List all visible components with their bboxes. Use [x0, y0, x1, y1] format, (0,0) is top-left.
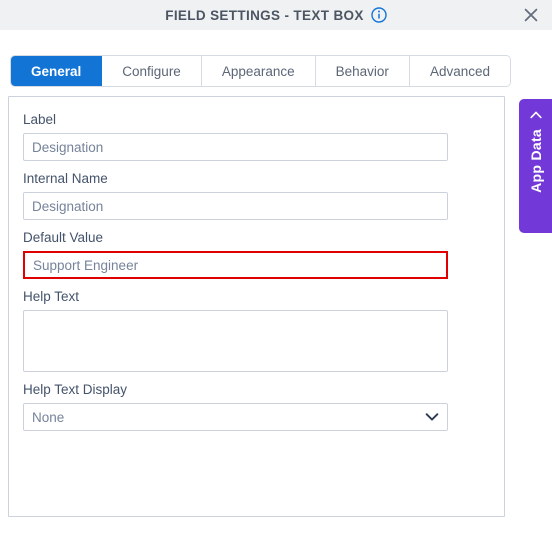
tab-appearance[interactable]: Appearance — [201, 56, 316, 86]
app-data-label: App Data — [527, 129, 544, 193]
tab-appearance-label: Appearance — [221, 63, 295, 79]
page-title: FIELD SETTINGS - TEXT BOX — [165, 7, 364, 23]
field-internal-name-group: Internal Name Designation — [23, 170, 490, 220]
label-input[interactable]: Designation — [23, 133, 448, 161]
internal-name-field-label: Internal Name — [23, 171, 108, 186]
tab-advanced[interactable]: Advanced — [409, 56, 510, 86]
help-text-textarea[interactable] — [23, 310, 448, 372]
tab-behavior[interactable]: Behavior — [315, 56, 410, 86]
field-help-text-group: Help Text — [23, 288, 490, 372]
default-value-field-label: Default Value — [23, 230, 104, 245]
close-button[interactable] — [520, 4, 542, 26]
close-icon — [524, 8, 538, 22]
field-help-text-display-group: Help Text Display None — [23, 381, 490, 431]
help-text-display-select[interactable]: None — [23, 403, 448, 431]
app-data-panel-toggle[interactable]: App Data — [519, 99, 552, 233]
title-group: FIELD SETTINGS - TEXT BOX — [165, 7, 387, 23]
internal-name-input[interactable]: Designation — [23, 192, 448, 220]
dialog-titlebar: FIELD SETTINGS - TEXT BOX — [0, 0, 552, 30]
tab-configure[interactable]: Configure — [102, 56, 202, 86]
label-field-label: Label — [23, 112, 57, 127]
help-text-display-select-wrap: None — [23, 403, 448, 431]
tab-general-label: General — [31, 63, 82, 79]
tab-configure-label: Configure — [122, 63, 181, 79]
help-text-display-field-label: Help Text Display — [23, 382, 128, 397]
field-default-value-group: Default Value Support Engineer — [23, 229, 490, 279]
field-label-group: Label Designation — [23, 111, 490, 161]
tab-advanced-label: Advanced — [429, 63, 490, 79]
info-circle-icon[interactable] — [371, 7, 387, 23]
chevron-left-icon — [529, 111, 542, 119]
default-value-input[interactable]: Support Engineer — [23, 251, 448, 279]
settings-tabs: General Configure Appearance Behavior Ad… — [11, 56, 510, 86]
general-settings-panel: Label Designation Internal Name Designat… — [8, 96, 505, 517]
tab-general[interactable]: General — [11, 56, 103, 86]
settings-form: Label Designation Internal Name Designat… — [9, 97, 504, 431]
help-text-field-label: Help Text — [23, 289, 80, 304]
tab-behavior-label: Behavior — [335, 63, 389, 79]
